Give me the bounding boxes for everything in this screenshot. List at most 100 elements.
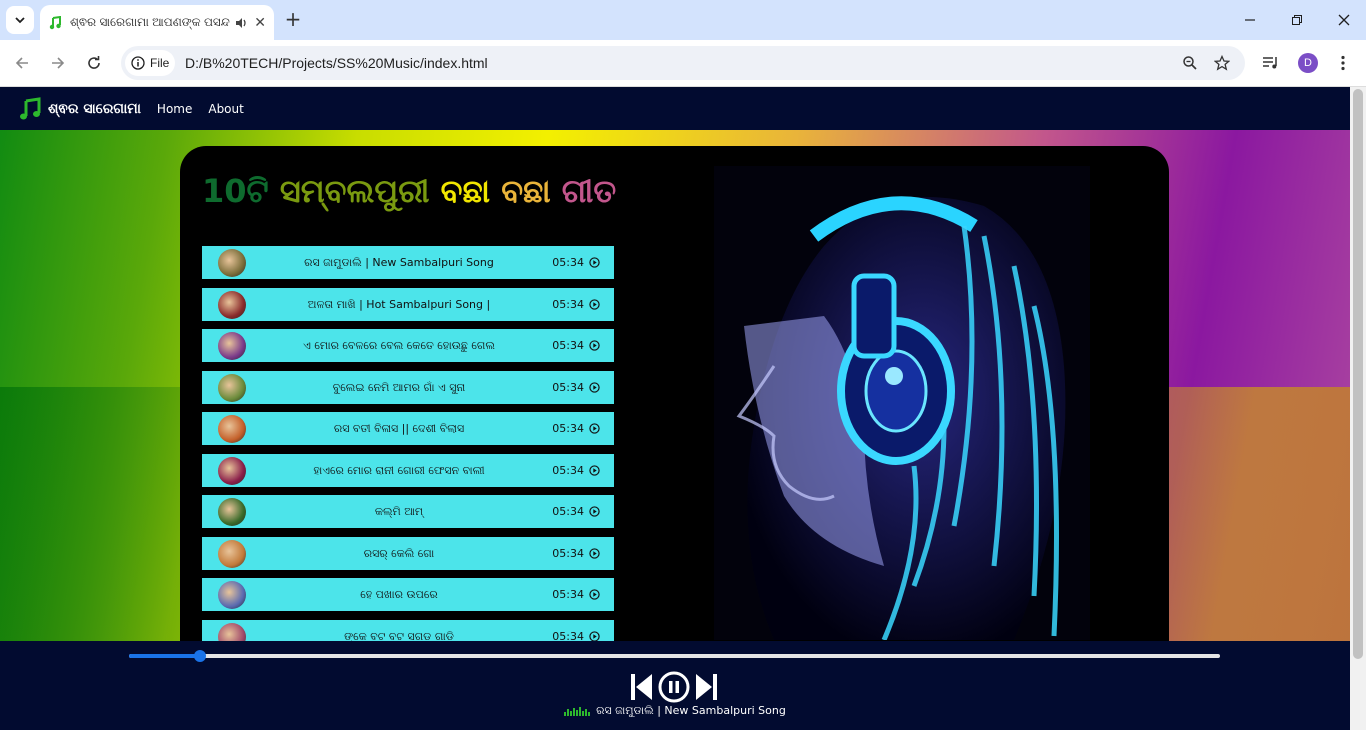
bookmark-button[interactable]: [1211, 52, 1233, 74]
song-duration: 05:34: [552, 546, 584, 560]
progress-knob[interactable]: [193, 650, 206, 662]
arrow-left-icon: [15, 57, 28, 69]
play-circle-icon[interactable]: [589, 257, 600, 268]
new-tab-button[interactable]: +: [282, 8, 304, 30]
song-thumbnail: [218, 332, 246, 360]
close-window-button[interactable]: [1332, 8, 1356, 32]
menu-button[interactable]: [1331, 51, 1355, 75]
chevron-down-icon: [15, 17, 25, 24]
song-row[interactable]: ହେ ପଖାର ଉପରେ 05:34: [202, 578, 614, 611]
song-title: ହେ ପଖାର ଉପରେ: [360, 588, 438, 601]
tab-search-button[interactable]: [6, 6, 34, 34]
song-thumbnail: [218, 415, 246, 443]
songs-card: 10ଟି ସମ୍ବଲପୁରୀ ବଛା ବଛା ଗୀତ ରସ ଜାମୁଡାଲି |…: [180, 146, 1169, 706]
song-title: କଲ୍ମି ଆମ୍: [374, 505, 424, 518]
song-title: ଅଳତା ମାଖି | Hot Sambalpuri Song |: [307, 297, 491, 311]
media-controls-button[interactable]: [1259, 51, 1283, 75]
play-circle-icon[interactable]: [589, 423, 600, 434]
avatar: D: [1298, 53, 1318, 73]
play-circle-icon[interactable]: [589, 589, 600, 600]
minimize-icon: [1245, 19, 1255, 21]
minimize-button[interactable]: [1238, 8, 1262, 32]
hero-image: [714, 166, 1090, 640]
zoom-button[interactable]: [1179, 52, 1201, 74]
playlist-icon: [1263, 57, 1277, 69]
song-title: ରସ ଜାମୁଡାଲି | New Sambalpuri Song: [304, 256, 494, 269]
browser-toolbar: File D:/B%20TECH/Projects/SS%20Music/ind…: [0, 40, 1366, 87]
page-title: 10ଟି ସମ୍ବଲପୁରୀ ବଛା ବଛା ଗୀତ: [202, 172, 616, 211]
song-duration: 05:34: [552, 463, 584, 477]
reload-button[interactable]: [82, 51, 106, 75]
song-duration: 05:34: [552, 339, 584, 352]
song-row[interactable]: ଅଳତା ମାଖି | Hot Sambalpuri Song | 05:34: [202, 287, 614, 321]
song-thumbnail: [218, 249, 246, 277]
star-icon: [1214, 55, 1230, 71]
song-thumbnail: [218, 581, 246, 609]
page-scrollbar[interactable]: [1350, 87, 1366, 730]
song-title: ଏ ମୋର ବେଳରେ ବେଲ କେତେ ହୋଉଛୁ ଗେଲ: [303, 339, 495, 352]
now-playing-title: ରସ ଜାମୁଡାଲି | New Sambalpuri Song: [596, 704, 786, 717]
play-circle-icon[interactable]: [589, 298, 600, 310]
player-controls: [630, 671, 720, 703]
site-info-chip[interactable]: File: [125, 50, 175, 76]
song-duration: 05:34: [552, 256, 584, 269]
close-tab-icon[interactable]: ✕: [254, 15, 266, 31]
song-row[interactable]: ବୁଲେଇ ନେମି ଆମର ଗାଁ ଏ ସୁନା 05:34: [202, 370, 614, 404]
tab-title: ଶ୍ଵର ସାରେଗାମା ଆପଣଙ୍କ ପସନ୍ଦ: [70, 15, 230, 29]
song-title: ହାଏରେ ମୋର ରାନୀ ଗୋରୀ ଫେସନ ବାଲୀ: [313, 463, 485, 477]
profile-button[interactable]: D: [1296, 51, 1320, 75]
title-word: ଗୀତ: [561, 172, 617, 210]
play-circle-icon[interactable]: [589, 547, 600, 559]
next-icon[interactable]: [694, 673, 718, 701]
song-list: ରସ ଜାମୁଡାଲି | New Sambalpuri Song 05:34 ଅଳ…: [202, 246, 614, 661]
restore-icon: [1292, 15, 1302, 25]
play-circle-icon[interactable]: [589, 381, 600, 393]
song-row[interactable]: କଲ୍ମି ଆମ୍ 05:34: [202, 495, 614, 528]
play-circle-icon[interactable]: [589, 506, 600, 517]
song-thumbnail: [218, 498, 246, 526]
address-bar[interactable]: File D:/B%20TECH/Projects/SS%20Music/ind…: [121, 46, 1245, 80]
song-row[interactable]: ରସ ଜାମୁଡାଲି | New Sambalpuri Song 05:34: [202, 246, 614, 279]
song-title: ରସ ବତୀ ବିଳାସ || ଦେଶୀ ବିଲାସ: [333, 422, 465, 435]
play-circle-icon[interactable]: [589, 340, 600, 351]
title-word: 10ଟି: [202, 172, 280, 210]
zoom-icon: [1183, 56, 1197, 70]
song-duration: 05:34: [552, 422, 584, 435]
song-row[interactable]: ରସର୍ କେଲି ଗୋ 05:34: [202, 536, 614, 570]
info-icon: [131, 56, 145, 70]
back-button[interactable]: [10, 51, 34, 75]
song-row[interactable]: ରସ ବତୀ ବିଳାସ || ଦେଶୀ ବିଲାସ 05:34: [202, 412, 614, 445]
chip-label: File: [150, 56, 170, 70]
title-word: ସମ୍ବଲପୁରୀ: [279, 172, 441, 210]
title-word: ବଛା: [440, 172, 502, 210]
site-logo[interactable]: ଶ୍ଵର ସାରେଗାମା: [18, 96, 141, 121]
music-player: ରସ ଜାମୁଡାଲି | New Sambalpuri Song: [0, 641, 1350, 730]
nav-about[interactable]: About: [208, 102, 243, 116]
close-icon: [1338, 14, 1350, 26]
song-duration: 05:34: [552, 588, 584, 601]
previous-icon[interactable]: [630, 673, 654, 701]
forward-button[interactable]: [46, 51, 70, 75]
browser-tab[interactable]: ଶ୍ଵର ସାରେଗାମା ଆପଣଙ୍କ ପସନ୍ଦ ✕: [40, 5, 274, 40]
nav-home[interactable]: Home: [157, 102, 192, 116]
url-text[interactable]: D:/B%20TECH/Projects/SS%20Music/index.ht…: [185, 55, 488, 71]
music-note-logo-icon: [20, 96, 41, 119]
pause-icon[interactable]: [658, 671, 690, 703]
song-row[interactable]: ହାଏରେ ମୋର ରାନୀ ଗୋରୀ ଫେସନ ବାଲୀ 05:34: [202, 453, 614, 487]
speaker-icon[interactable]: [234, 16, 248, 30]
scrollbar-thumb[interactable]: [1353, 89, 1363, 659]
play-circle-icon[interactable]: [589, 464, 600, 476]
song-duration: 05:34: [552, 297, 584, 311]
song-thumbnail: [218, 290, 246, 319]
kebab-menu-icon: [1341, 55, 1345, 71]
site-navbar: ଶ୍ଵର ସାରେଗାମା Home About: [0, 87, 1350, 130]
progress-fill: [129, 654, 200, 658]
arrow-right-icon: [52, 57, 65, 69]
song-row[interactable]: ଏ ମୋର ବେଳରେ ବେଲ କେତେ ହୋଉଛୁ ଗେଲ 05:34: [202, 329, 614, 362]
progress-bar[interactable]: [129, 650, 1220, 662]
equalizer-icon: [564, 707, 591, 716]
restore-button[interactable]: [1285, 8, 1309, 32]
play-circle-icon[interactable]: [589, 630, 600, 642]
song-thumbnail: [218, 456, 246, 485]
now-playing: ରସ ଜାମୁଡାଲି | New Sambalpuri Song: [0, 704, 1350, 718]
